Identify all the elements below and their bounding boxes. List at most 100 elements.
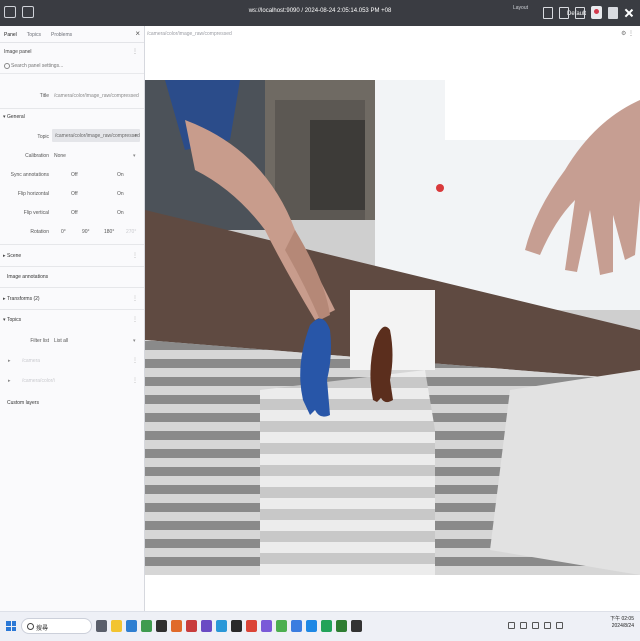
divider (0, 266, 144, 267)
rotation-0-option[interactable]: 0° (61, 229, 66, 235)
window-controls-right (543, 6, 634, 19)
task-view-icon[interactable] (96, 620, 107, 632)
image-panel: /camera/color/image_raw/compressed ⚙ ⋮ (145, 26, 640, 611)
flip-v-on-option[interactable]: On (117, 210, 124, 216)
panel-name: Image panel ⋮ (0, 43, 144, 59)
start-windows-icon[interactable] (6, 621, 16, 631)
image-annotations-label: Image annotations (7, 274, 49, 280)
taskbar: 搜尋 下午 02:05 2024/8/24 (0, 611, 640, 641)
divider (0, 244, 144, 245)
terminal-icon[interactable] (231, 620, 242, 632)
topic-item-menu-icon[interactable]: ⋮ (132, 357, 138, 364)
rotation-180-option[interactable]: 180° (104, 229, 114, 235)
panel-settings-icon[interactable]: ⚙ ⋮ (621, 30, 634, 37)
volume-icon[interactable] (532, 622, 539, 629)
calibration-label: Calibration (25, 153, 49, 159)
title-label: Title (39, 93, 49, 99)
battery-icon[interactable] (544, 622, 551, 629)
sync-on-option[interactable]: On (117, 172, 124, 178)
topics-label: Topics (7, 317, 22, 323)
transforms-menu-icon[interactable]: ⋮ (132, 295, 138, 302)
sidebar-left-toggle-icon[interactable] (543, 6, 553, 19)
panel-layout-icon[interactable] (559, 6, 569, 19)
topic-select[interactable]: /camera/color/image_raw/compressed ▾ (52, 129, 140, 142)
app-violet-icon[interactable] (261, 620, 272, 632)
topics-menu-icon[interactable]: ⋮ (132, 316, 138, 323)
divider (0, 287, 144, 288)
sync-annotations-label: Sync annotations (10, 172, 49, 178)
app-purple-icon[interactable] (201, 620, 212, 632)
filter-label: Filter list (30, 338, 49, 344)
flip-horizontal-label: Flip horizontal (17, 191, 49, 197)
rotation-270-option[interactable]: 270° (126, 229, 136, 235)
title-field[interactable]: /camera/color/image_raw/compressed (54, 93, 139, 99)
topic-select-value: /camera/color/image_raw/compressed (55, 133, 140, 139)
close-window-icon[interactable] (624, 8, 634, 18)
camera-image[interactable] (145, 80, 640, 575)
taskbar-search-label: 搜尋 (36, 626, 49, 632)
app-dark-icon[interactable] (156, 620, 167, 632)
network-icon[interactable] (520, 622, 527, 629)
tab-problems[interactable]: Problems (51, 30, 72, 38)
taskbar-search[interactable]: 搜尋 (21, 618, 92, 634)
user-avatar[interactable] (591, 6, 602, 19)
chevron-right-icon: ▸ (8, 358, 11, 364)
chevron-right-icon: ▸ (8, 378, 11, 384)
layout-selector[interactable]: Layout Default (513, 5, 586, 17)
app-blue-icon[interactable] (216, 620, 227, 632)
search-input[interactable] (11, 62, 121, 70)
window-restore-icon[interactable] (608, 6, 618, 19)
file-explorer-icon[interactable] (111, 620, 122, 632)
topic-item-menu-icon[interactable]: ⋮ (132, 377, 138, 384)
clock-time: 下午 02:05 (610, 616, 634, 622)
search-icon (27, 623, 34, 630)
rotation-90-option[interactable]: 90° (82, 229, 90, 235)
topic-item-camera-label: /camera (22, 358, 41, 364)
app-green-icon[interactable] (141, 620, 152, 632)
app-teal-icon[interactable] (321, 620, 332, 632)
app-orange-icon[interactable] (171, 620, 182, 632)
sync-off-option[interactable]: Off (71, 172, 78, 178)
flip-h-on-option[interactable]: On (117, 191, 124, 197)
scene-menu-icon[interactable]: ⋮ (132, 252, 138, 259)
flip-vertical-label: Flip vertical (23, 210, 49, 216)
chevron-down-icon: ▾ (134, 133, 137, 139)
app-black-icon[interactable] (351, 620, 362, 632)
system-tray (508, 622, 563, 629)
topic-item-camera-color-label: /camera/color/i (22, 378, 55, 384)
settings-sidebar: Panel Topics Problems × Image panel ⋮ Ti… (0, 26, 145, 611)
chevron-right-icon: ▸ (3, 296, 6, 302)
sidebar-right-toggle-icon[interactable] (575, 6, 585, 19)
divider (0, 108, 144, 109)
calibration-select[interactable]: None (54, 153, 66, 159)
camera-frame-image (145, 80, 640, 575)
flip-v-off-option[interactable]: Off (71, 210, 78, 216)
panel-menu-icon[interactable]: ⋮ (132, 48, 138, 55)
panel-settings-search (0, 59, 144, 74)
flip-h-off-option[interactable]: Off (71, 191, 78, 197)
topic-label: Topic (37, 134, 49, 140)
panel-name-label: Image panel (4, 49, 32, 55)
app-darkgreen-icon[interactable] (336, 620, 347, 632)
custom-layers-label: Custom layers (7, 400, 39, 406)
app-store-icon[interactable] (306, 620, 317, 632)
close-sidebar-icon[interactable]: × (135, 29, 140, 38)
chevron-right-icon: ▸ (3, 253, 6, 259)
app-edge-icon[interactable] (291, 620, 302, 632)
panel-topic-path: /camera/color/image_raw/compressed (147, 31, 232, 37)
foxglove-icon[interactable] (276, 620, 287, 632)
vscode-icon[interactable] (126, 620, 137, 632)
language-icon[interactable] (556, 622, 563, 629)
chevron-down-icon: ▾ (3, 114, 6, 120)
app-red-icon[interactable] (186, 620, 197, 632)
taskbar-apps (96, 620, 362, 632)
chevron-down-icon: ▾ (133, 153, 136, 159)
filter-select[interactable]: List all (54, 338, 68, 344)
chevron-up-icon[interactable] (508, 622, 515, 629)
tab-panel[interactable]: Panel (4, 30, 17, 38)
clock[interactable]: 下午 02:05 2024/8/24 (610, 616, 634, 630)
sidebar-tabs: Panel Topics Problems × (0, 26, 144, 43)
chrome-icon[interactable] (246, 620, 257, 632)
layout-label: Layout (513, 5, 529, 11)
tab-topics[interactable]: Topics (27, 30, 41, 38)
